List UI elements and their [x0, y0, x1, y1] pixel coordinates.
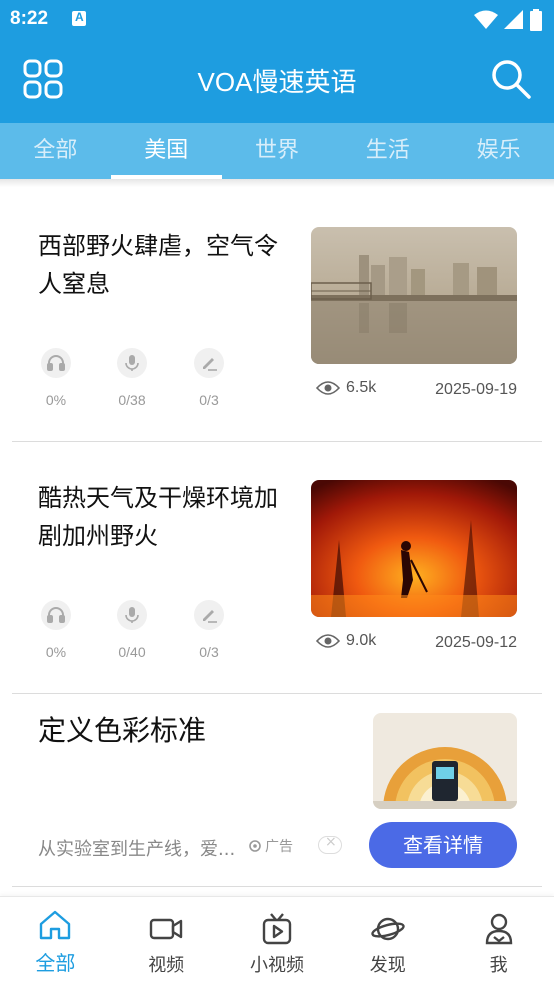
write-stat: 0/3 [179, 600, 239, 660]
home-icon [40, 910, 71, 940]
article-thumbnail[interactable] [311, 227, 517, 364]
listen-stat: 0% [26, 348, 86, 408]
ad-description: 从实验室到生产线，爱... [38, 839, 236, 860]
headphones-icon [41, 348, 71, 378]
view-count-value: 6.5k [346, 379, 377, 396]
nav-label-me: 我 [489, 955, 508, 976]
listen-progress: 0% [45, 392, 67, 408]
signal-icon [504, 10, 523, 29]
article-card[interactable]: 西部野火肆虐，空气令人窒息 0% 0/38 0/3 6.5k 2025-09-1… [12, 187, 542, 442]
speak-stat: 0/40 [102, 600, 162, 660]
app-bar: VOA慢速英语 [0, 40, 554, 123]
person-icon [485, 913, 512, 945]
ad-badge-icon [249, 840, 261, 852]
planet-icon [371, 917, 405, 941]
article-date: 2025-09-12 [435, 634, 517, 651]
write-stat: 0/3 [179, 348, 239, 408]
nav-video[interactable]: 视频 [111, 897, 222, 984]
category-tabs: 全部 美国 世界 生活 娱乐 [0, 123, 554, 179]
nav-me[interactable]: 我 [443, 897, 554, 984]
write-progress: 0/3 [199, 644, 219, 660]
article-title[interactable]: 西部野火肆虐，空气令人窒息 [38, 227, 282, 303]
wifi-icon [474, 10, 498, 29]
ad-close-button[interactable] [318, 834, 342, 854]
nav-short-video[interactable]: 小视频 [222, 897, 333, 984]
microphone-icon [117, 348, 147, 378]
tab-life[interactable]: 生活 [332, 123, 443, 179]
search-icon[interactable] [490, 58, 532, 100]
microphone-icon [117, 600, 147, 630]
app-title: VOA慢速英语 [197, 67, 357, 97]
eye-icon [316, 634, 340, 648]
speak-progress: 0/38 [118, 392, 146, 408]
tab-all[interactable]: 全部 [0, 123, 111, 179]
ad-tag-label: 广告 [265, 839, 293, 855]
ad-tag: 广告 [248, 836, 293, 856]
status-icons [474, 9, 542, 31]
tab-world[interactable]: 世界 [222, 123, 333, 179]
view-count-value: 9.0k [346, 632, 377, 649]
notification-a-icon [72, 10, 86, 26]
pencil-icon [194, 348, 224, 378]
status-time: 8:22 [10, 8, 49, 29]
listen-stat: 0% [26, 600, 86, 660]
status-bar: 8:22 [0, 0, 554, 40]
view-count: 6.5k [316, 379, 376, 397]
ad-title[interactable]: 定义色彩标准 [38, 709, 206, 749]
nav-label-video: 视频 [148, 955, 185, 976]
article-date: 2025-09-19 [435, 381, 517, 398]
battery-icon [530, 9, 542, 31]
ad-view-details-button[interactable]: 查看详情 [369, 822, 517, 868]
ad-image[interactable] [373, 713, 517, 809]
nav-label-short-video: 小视频 [249, 955, 304, 976]
nav-all[interactable]: 全部 [0, 897, 111, 984]
speak-stat: 0/38 [102, 348, 162, 408]
pencil-icon [194, 600, 224, 630]
write-progress: 0/3 [199, 392, 219, 408]
nav-discover[interactable]: 发现 [332, 897, 443, 984]
article-thumbnail[interactable] [311, 480, 517, 617]
nav-label-all: 全部 [35, 951, 76, 975]
eye-icon [316, 381, 340, 395]
tab-entertainment[interactable]: 娱乐 [443, 123, 554, 179]
speak-progress: 0/40 [118, 644, 146, 660]
video-camera-icon [149, 918, 183, 940]
view-count: 9.0k [316, 632, 376, 650]
ad-card[interactable]: 定义色彩标准 从实验室到生产线，爱... 广告 查看详情 [12, 695, 542, 887]
article-card[interactable]: 酷热天气及干燥环境加剧加州野火 0% 0/40 0/3 9.0k 2025-09… [12, 442, 542, 694]
listen-progress: 0% [45, 644, 67, 660]
nav-label-discover: 发现 [369, 955, 406, 976]
tv-play-icon [262, 913, 292, 945]
tab-usa[interactable]: 美国 [110, 123, 222, 179]
article-title[interactable]: 酷热天气及干燥环境加剧加州野火 [38, 479, 282, 555]
tabs-shadow [0, 179, 554, 187]
headphones-icon [41, 600, 71, 630]
bottom-navigation: 全部 视频 小视频 发现 我 [0, 896, 554, 984]
